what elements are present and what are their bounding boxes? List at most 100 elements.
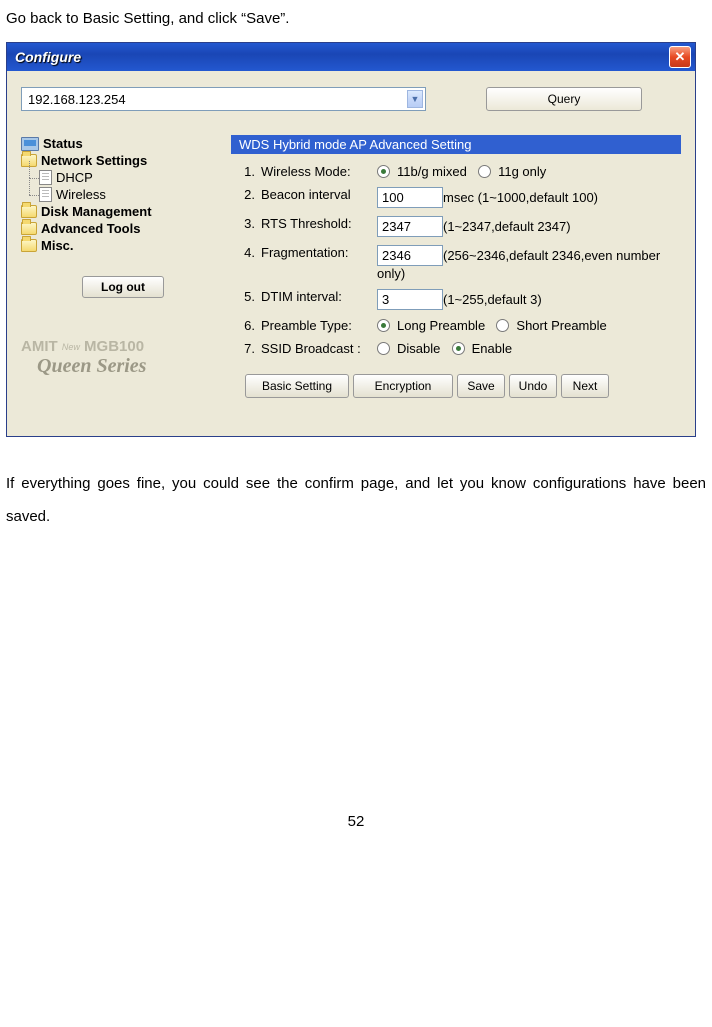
- sidebar-item-advanced-tools[interactable]: Advanced Tools: [21, 220, 225, 237]
- chevron-down-icon[interactable]: ▼: [407, 90, 423, 108]
- window-body: 192.168.123.254 ▼ Query Status Network Se…: [7, 71, 695, 436]
- close-button[interactable]: ✕: [669, 46, 691, 68]
- radio-group: Long Preamble Short Preamble: [377, 318, 677, 333]
- setting-number: 3.: [235, 216, 257, 231]
- radio-group: Disable Enable: [377, 341, 677, 356]
- setting-number: 4.: [235, 245, 257, 260]
- radio-button[interactable]: [377, 319, 390, 332]
- folder-icon: [21, 222, 37, 235]
- radio-button[interactable]: [478, 165, 491, 178]
- radio-label: Short Preamble: [516, 318, 614, 333]
- hint-text: (1~2347,default 2347): [443, 219, 571, 234]
- setting-number: 1.: [235, 164, 257, 179]
- radio-button[interactable]: [377, 342, 390, 355]
- sidebar-label: Misc.: [41, 238, 74, 253]
- hint-text: msec (1~1000,default 100): [443, 190, 598, 205]
- encryption-button[interactable]: Encryption: [353, 374, 453, 398]
- basic-setting-button[interactable]: Basic Setting: [245, 374, 349, 398]
- setting-control: Disable Enable: [377, 341, 677, 356]
- address-value: 192.168.123.254: [28, 92, 126, 107]
- setting-label: Preamble Type:: [257, 318, 377, 333]
- setting-row: 2.Beacon interval msec (1~1000,default 10…: [235, 183, 677, 212]
- sidebar-label: Disk Management: [41, 204, 152, 219]
- sidebar-item-disk-management[interactable]: Disk Management: [21, 203, 225, 220]
- setting-row: 7.SSID Broadcast :Disable Enable: [235, 337, 677, 360]
- radio-button[interactable]: [377, 165, 390, 178]
- radio-label: Long Preamble: [397, 318, 492, 333]
- close-icon: ✕: [675, 49, 686, 65]
- setting-label: Wireless Mode:: [257, 164, 377, 179]
- setting-row: 1.Wireless Mode:11b/g mixed 11g only: [235, 160, 677, 183]
- text-input[interactable]: [377, 216, 443, 237]
- sidebar: Status Network Settings DHCP Wireless Disk M…: [21, 135, 225, 388]
- content-area: Status Network Settings DHCP Wireless Disk M…: [17, 135, 685, 398]
- setting-label: Beacon interval: [257, 187, 377, 202]
- radio-label: Enable: [472, 341, 520, 356]
- sidebar-label: Network Settings: [41, 153, 147, 168]
- setting-label: DTIM interval:: [257, 289, 377, 304]
- doc-icon: [39, 170, 52, 185]
- branding: AMIT New MGB100 Queen Series: [21, 338, 225, 388]
- brand-series: Queen Series: [21, 355, 225, 378]
- text-input[interactable]: [377, 187, 443, 208]
- setting-control: (1~2347,default 2347): [377, 216, 677, 237]
- setting-label: Fragmentation:: [257, 245, 377, 260]
- doc-icon: [39, 187, 52, 202]
- page-number: 52: [6, 813, 706, 830]
- setting-control: Long Preamble Short Preamble: [377, 318, 677, 333]
- sidebar-label: DHCP: [56, 170, 93, 185]
- setting-control: 11b/g mixed 11g only: [377, 164, 677, 179]
- text-input[interactable]: [377, 245, 443, 266]
- save-button[interactable]: Save: [457, 374, 505, 398]
- sidebar-item-network-settings[interactable]: Network Settings: [21, 152, 225, 169]
- radio-label: 11g only: [498, 164, 553, 179]
- setting-number: 7.: [235, 341, 257, 356]
- instruction-text: Go back to Basic Setting, and click “Sav…: [6, 4, 706, 34]
- sidebar-item-wireless[interactable]: Wireless: [21, 186, 225, 203]
- setting-control: (256~2346,default 2346,even number only): [377, 245, 677, 281]
- setting-control: (1~255,default 3): [377, 289, 677, 310]
- setting-label: RTS Threshold:: [257, 216, 377, 231]
- radio-label: 11b/g mixed: [397, 164, 474, 179]
- folder-icon: [21, 239, 37, 252]
- setting-control: msec (1~1000,default 100): [377, 187, 677, 208]
- folder-icon: [21, 205, 37, 218]
- radio-button[interactable]: [496, 319, 509, 332]
- setting-number: 2.: [235, 187, 257, 202]
- query-button[interactable]: Query: [486, 87, 642, 111]
- configure-window: Configure ✕ 192.168.123.254 ▼ Query Stat…: [6, 42, 696, 437]
- radio-label: Disable: [397, 341, 448, 356]
- undo-button[interactable]: Undo: [509, 374, 557, 398]
- main-panel: WDS Hybrid mode AP Advanced Setting 1.Wi…: [225, 135, 681, 398]
- button-row: Basic Setting Encryption Save Undo Next: [231, 374, 681, 398]
- next-button[interactable]: Next: [561, 374, 609, 398]
- window-title: Configure: [11, 49, 81, 65]
- setting-number: 6.: [235, 318, 257, 333]
- monitor-icon: [21, 137, 39, 151]
- brand-model: MGB100: [84, 338, 144, 355]
- sidebar-label: Status: [43, 136, 83, 151]
- titlebar: Configure ✕: [7, 43, 695, 71]
- address-combo[interactable]: 192.168.123.254 ▼: [21, 87, 426, 111]
- sidebar-item-misc-[interactable]: Misc.: [21, 237, 225, 254]
- panel-header: WDS Hybrid mode AP Advanced Setting: [231, 135, 681, 154]
- outro-text: If everything goes fine, you could see t…: [6, 467, 706, 533]
- sidebar-label: Advanced Tools: [41, 221, 140, 236]
- settings-table: 1.Wireless Mode:11b/g mixed 11g only 2.B…: [231, 154, 681, 366]
- setting-row: 5.DTIM interval: (1~255,default 3): [235, 285, 677, 314]
- radio-group: 11b/g mixed 11g only: [377, 164, 677, 179]
- address-row: 192.168.123.254 ▼ Query: [17, 81, 685, 121]
- radio-button[interactable]: [452, 342, 465, 355]
- sidebar-item-dhcp[interactable]: DHCP: [21, 169, 225, 186]
- setting-row: 3.RTS Threshold: (1~2347,default 2347): [235, 212, 677, 241]
- hint-text: (1~255,default 3): [443, 292, 542, 307]
- setting-row: 4.Fragmentation:(256~2346,default 2346,e…: [235, 241, 677, 285]
- sidebar-item-status[interactable]: Status: [21, 135, 225, 152]
- brand-amit: AMIT: [21, 338, 58, 355]
- text-input[interactable]: [377, 289, 443, 310]
- sidebar-label: Wireless: [56, 187, 106, 202]
- setting-row: 6.Preamble Type:Long Preamble Short Prea…: [235, 314, 677, 337]
- brand-new: New: [62, 342, 80, 352]
- logout-button[interactable]: Log out: [82, 276, 164, 298]
- setting-number: 5.: [235, 289, 257, 304]
